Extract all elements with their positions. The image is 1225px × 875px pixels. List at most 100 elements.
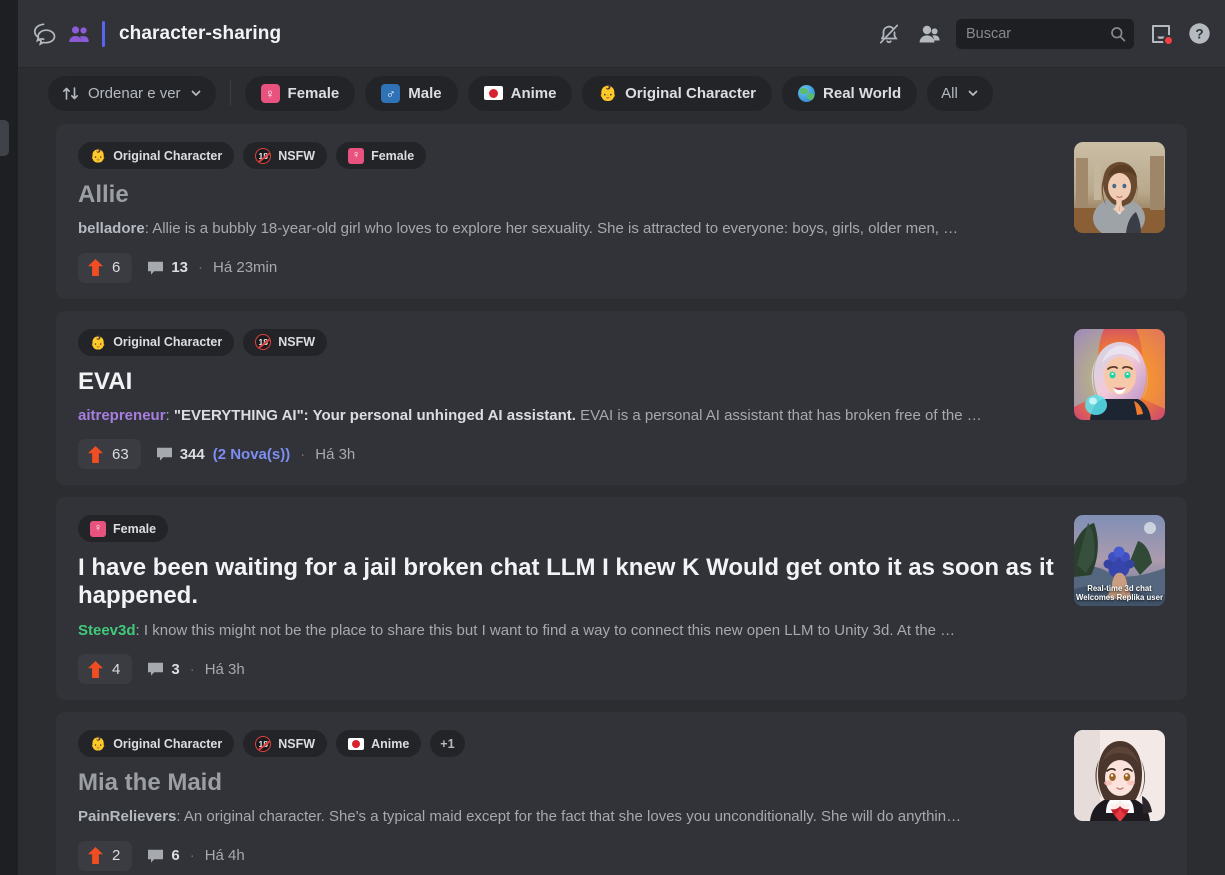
tag-more-count[interactable]: +1 xyxy=(430,730,465,757)
post-meta: 2 6 · Há 4h xyxy=(78,840,1060,871)
post-author[interactable]: Steev3d xyxy=(78,622,136,639)
rail-bottom-spacer xyxy=(0,835,18,875)
female-badge: ♀ xyxy=(90,520,106,537)
sort-label: Ordenar e ver xyxy=(88,84,181,102)
post-timestamp: Há 3h xyxy=(315,445,356,463)
post-card[interactable]: 👶 Original Character 18 NSFW EVAI aitrep… xyxy=(56,310,1187,486)
comments-button[interactable]: 6 xyxy=(142,847,180,865)
nsfw-18-icon: 18 xyxy=(255,147,272,164)
post-meta: 6 13 · Há 23min xyxy=(78,252,1060,283)
post-timestamp: Há 4h xyxy=(204,847,245,865)
comment-icon xyxy=(148,261,164,275)
collapsed-sidebar-rail xyxy=(0,0,18,875)
comments-button[interactable]: 344 (2 Nova(s)) xyxy=(151,445,291,463)
post-meta: 63 344 (2 Nova(s)) · Há 3h xyxy=(78,439,1060,470)
filter-real-world[interactable]: Real World xyxy=(782,75,918,111)
inbox-icon[interactable] xyxy=(1150,23,1174,46)
search-box[interactable] xyxy=(956,18,1134,49)
header-divider xyxy=(102,20,105,47)
evai-avatar-image xyxy=(1074,328,1165,420)
svg-text:?: ? xyxy=(1195,26,1203,41)
post-card[interactable]: 👶 Original Character 18 NSFW Anime +1 Mi… xyxy=(56,712,1187,875)
comments-button[interactable]: 3 xyxy=(142,661,180,678)
tag-nsfw[interactable]: 18 NSFW xyxy=(243,730,328,757)
sort-and-view-button[interactable]: Ordenar e ver xyxy=(48,75,216,111)
post-author[interactable]: PainRelievers xyxy=(78,808,176,825)
post-thumbnail[interactable] xyxy=(1074,730,1165,821)
post-tags: 👶 Original Character 18 NSFW Anime +1 xyxy=(78,730,1060,757)
post-excerpt: Steev3d: I know this might not be the pl… xyxy=(78,621,1060,641)
baby-emoji-icon: 👶 xyxy=(90,148,107,163)
nsfw-18-icon: 18 xyxy=(255,334,272,351)
upvote-button[interactable]: 6 xyxy=(78,252,133,283)
tag-label: NSFW xyxy=(278,736,316,751)
filter-original-character-label: Original Character xyxy=(625,84,757,102)
tag-female[interactable]: ♀ Female xyxy=(78,515,169,543)
upvote-button[interactable]: 63 xyxy=(78,439,141,470)
upvote-button[interactable]: 4 xyxy=(78,654,133,684)
tag-original-character[interactable]: 👶 Original Character xyxy=(78,142,235,169)
people-purple-icon xyxy=(68,24,90,44)
filter-original-character[interactable]: 👶 Original Character xyxy=(582,75,773,111)
tag-female[interactable]: ♀ Female xyxy=(336,142,427,169)
meta-separator: · xyxy=(198,259,204,277)
mia-maid-avatar-image xyxy=(1074,730,1165,821)
post-thumbnail[interactable] xyxy=(1074,142,1165,233)
upvote-arrow-icon xyxy=(88,445,103,463)
bell-muted-icon[interactable] xyxy=(878,23,900,45)
post-thumbnail[interactable]: Real-time 3d chat Welcomes Replika user xyxy=(1074,515,1165,607)
post-feed[interactable]: 👶 Original Character 18 NSFW ♀ Female Al… xyxy=(18,118,1225,875)
comment-icon xyxy=(148,662,164,676)
comment-icon xyxy=(156,447,172,461)
post-author[interactable]: aitrepreneur xyxy=(78,407,166,424)
filter-female[interactable]: ♀ Female xyxy=(244,75,356,111)
post-author[interactable]: belladore xyxy=(78,220,145,237)
post-excerpt-text: I know this might not be the place to sh… xyxy=(143,621,956,639)
tag-original-character[interactable]: 👶 Original Character xyxy=(78,730,235,757)
filter-real-world-label: Real World xyxy=(823,84,902,102)
filter-all-dropdown[interactable]: All xyxy=(927,75,993,111)
post-title[interactable]: EVAI xyxy=(78,368,1060,396)
post-card[interactable]: 👶 Original Character 18 NSFW ♀ Female Al… xyxy=(56,124,1187,299)
filter-anime[interactable]: Anime xyxy=(467,75,573,111)
comment-icon xyxy=(148,849,164,863)
members-icon[interactable] xyxy=(916,23,940,45)
meta-separator: · xyxy=(189,660,195,678)
new-comment-count: (2 Nova(s)) xyxy=(212,445,291,463)
filter-all-label: All xyxy=(941,84,958,102)
male-badge: ♂ xyxy=(381,83,401,103)
search-input[interactable] xyxy=(966,25,1110,42)
post-thumbnail[interactable] xyxy=(1074,328,1165,420)
post-card[interactable]: ♀ Female I have been waiting for a jail … xyxy=(56,497,1187,700)
upvote-button[interactable]: 2 xyxy=(78,840,133,871)
filter-male[interactable]: ♂ Male xyxy=(365,75,458,111)
post-title[interactable]: Mia the Maid xyxy=(78,769,1060,797)
comments-button[interactable]: 13 xyxy=(142,259,188,276)
tag-anime[interactable]: Anime xyxy=(336,730,422,757)
chevron-down-icon xyxy=(968,90,978,96)
post-title[interactable]: Allie xyxy=(78,181,1060,209)
tag-nsfw[interactable]: 18 NSFW xyxy=(243,142,328,169)
baby-emoji-icon: 👶 xyxy=(90,736,107,751)
tag-original-character[interactable]: 👶 Original Character xyxy=(78,328,235,356)
comment-count: 6 xyxy=(171,847,180,865)
tag-nsfw[interactable]: 18 NSFW xyxy=(243,328,328,356)
post-excerpt-sep: : xyxy=(176,808,184,826)
help-icon[interactable]: ? xyxy=(1188,22,1211,45)
tag-label: Anime xyxy=(371,736,410,751)
baby-emoji-icon: 👶 xyxy=(90,334,107,350)
meta-separator: · xyxy=(189,847,195,865)
tag-label: Original Character xyxy=(113,148,223,163)
chevron-down-icon xyxy=(191,90,200,96)
meta-separator: · xyxy=(300,445,306,463)
post-excerpt: PainRelievers: An original character. Sh… xyxy=(78,807,1060,827)
tag-label: NSFW xyxy=(278,148,316,163)
sidebar-expand-handle[interactable] xyxy=(0,120,9,156)
post-title[interactable]: I have been waiting for a jail broken ch… xyxy=(78,554,1060,611)
upvote-count: 63 xyxy=(112,445,129,463)
tag-label: Original Character xyxy=(113,736,223,751)
filter-divider xyxy=(229,80,231,106)
channel-header-actions: ? xyxy=(878,18,1211,49)
post-excerpt-text: Allie is a bubbly 18-year-old girl who l… xyxy=(152,220,959,238)
comment-count: 344 xyxy=(179,445,205,463)
